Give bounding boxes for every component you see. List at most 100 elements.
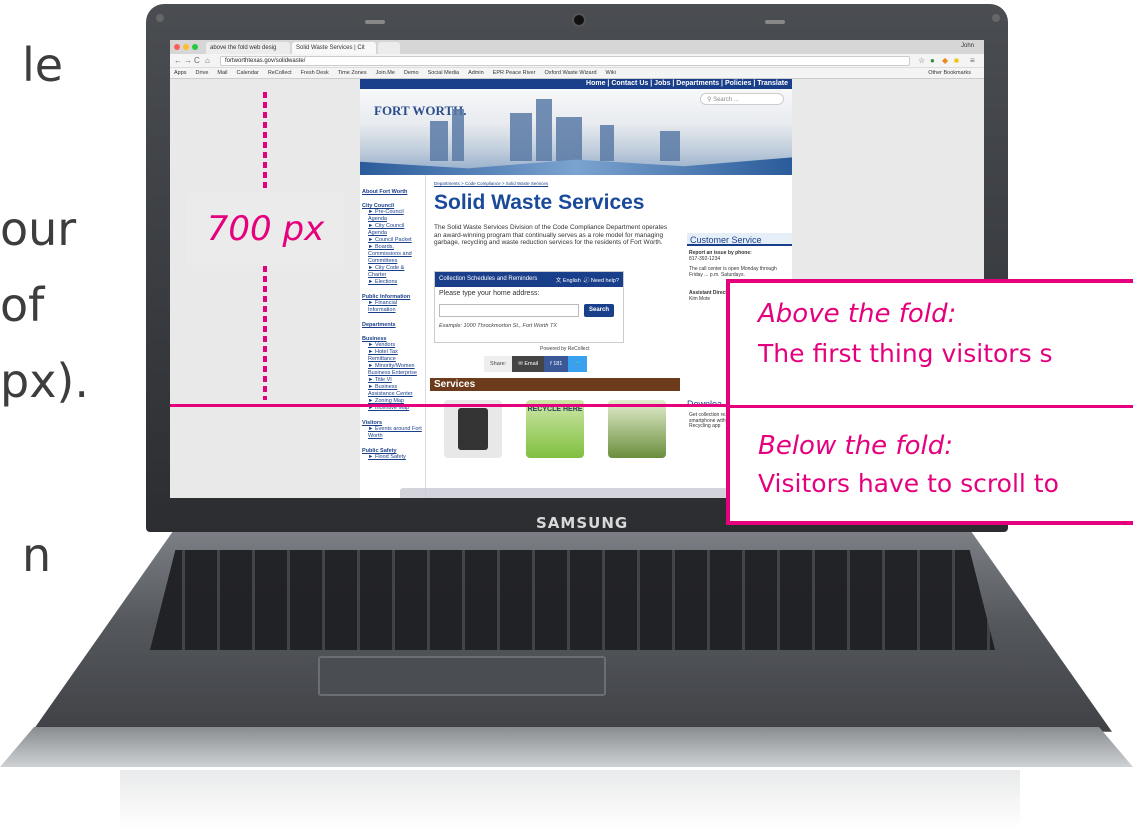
bookmark-item[interactable]: Admin — [468, 70, 484, 76]
search-button[interactable]: Search — [584, 304, 614, 317]
sidebar-link[interactable]: ► Vendors — [362, 342, 423, 349]
recycle-label: RECYCLE HERE — [527, 406, 583, 413]
browser-tab-active[interactable]: Solid Waste Services | Cit — [292, 42, 376, 54]
other-bookmarks[interactable]: Other Bookmarks — [928, 70, 971, 76]
forward-icon[interactable]: → — [184, 56, 192, 65]
services-heading: Services — [430, 378, 680, 391]
laptop-base-front — [0, 727, 1133, 767]
minimize-window-icon[interactable] — [183, 44, 189, 50]
address-bar[interactable]: fortworthtexas.gov/solidwaste/ — [220, 56, 910, 66]
customer-service-heading: Customer Service — [687, 233, 792, 246]
site-sidebar: About Fort Worth City Council ► Pre-Counci… — [360, 175, 426, 498]
maximize-window-icon[interactable] — [192, 44, 198, 50]
breadcrumb[interactable]: Departments > Code Compliance > Solid Wa… — [434, 181, 548, 186]
bookmarks-bar: Apps Drive Mail Calendar ReCollect Fresh Desk… — [170, 68, 984, 79]
browser-tab[interactable]: above the fold web desig — [206, 42, 290, 54]
skyline-building — [600, 125, 614, 161]
facebook-count: 181 — [553, 361, 563, 367]
bookmark-item[interactable]: Time Zones — [338, 70, 367, 76]
height-measure-top — [263, 92, 267, 192]
lid-latch-left — [365, 20, 385, 24]
email-label: Email — [524, 361, 539, 367]
extension-icon[interactable]: ● — [930, 56, 935, 65]
height-measure-bottom — [263, 266, 267, 400]
widget-header: Collection Schedules and Reminders 文 Eng… — [435, 272, 623, 287]
search-placeholder: Search ... — [713, 97, 739, 103]
bookmark-item[interactable]: Mail — [217, 70, 227, 76]
address-label: Please type your home address: — [439, 290, 540, 297]
sidebar-link[interactable]: ► Council Packet — [362, 237, 423, 244]
bookmark-item[interactable]: Fresh Desk — [301, 70, 329, 76]
site-banner: FORT WORTH. ⚲ Search ... — [360, 89, 792, 175]
phone-number[interactable]: 817-392-1234 — [689, 256, 789, 263]
powered-by[interactable]: Powered by ReCollect — [540, 346, 589, 352]
extension-icon[interactable]: ◆ — [942, 56, 948, 65]
sidebar-link[interactable]: ► Business Assistance Center — [362, 384, 423, 398]
help-link[interactable]: ⓘ Need help? — [584, 276, 619, 284]
sidebar-link[interactable]: ► Flood Safety — [362, 454, 423, 461]
callout-divider — [730, 405, 1133, 408]
left-text-line-4: px). — [0, 354, 89, 408]
above-fold-title: Above the fold: — [758, 299, 957, 329]
sidebar-link[interactable]: ► City Code & Charter — [362, 265, 423, 279]
browser-toolbar: ← → C ⌂ fortworthtexas.gov/solidwaste/ ☆… — [170, 54, 984, 68]
sidebar-link[interactable]: ► Events around Fort Worth — [362, 426, 423, 440]
site-top-nav[interactable]: Home | Contact Us | Jobs | Departments |… — [360, 79, 792, 89]
new-tab-button[interactable] — [378, 42, 400, 54]
skyline-building — [660, 131, 680, 161]
table-reflection — [120, 770, 1020, 830]
bookmark-item[interactable]: Social Media — [428, 70, 460, 76]
bookmark-item[interactable]: Apps — [174, 70, 187, 76]
webcam — [572, 13, 586, 27]
bookmark-item[interactable]: Join.Me — [376, 70, 395, 76]
lid-screw — [156, 14, 164, 22]
twitter-share-button[interactable]: 🐦 — [568, 356, 588, 372]
recycle-here-image[interactable]: RECYCLE HERE — [526, 400, 584, 458]
left-text-line-3: of — [0, 278, 45, 332]
sidebar-link[interactable]: ► City Council Agenda — [362, 223, 423, 237]
bookmark-item[interactable]: Drive — [196, 70, 209, 76]
close-window-icon[interactable] — [174, 44, 180, 50]
page-title: Solid Waste Services — [434, 191, 645, 214]
bookmark-item[interactable]: Wiki — [606, 70, 616, 76]
email-share-button[interactable]: ✉ Email — [512, 356, 545, 372]
star-icon[interactable]: ☆ — [918, 56, 925, 65]
call-center-text: The call center is open Monday through F… — [689, 266, 777, 278]
sidebar-link[interactable]: ► Pre-Council Agenda — [362, 209, 423, 223]
sidebar-link[interactable]: ► Hotel Tax Remittance — [362, 349, 423, 363]
site-main: Departments > Code Compliance > Solid Wa… — [430, 175, 680, 498]
bookmark-item[interactable]: Oxford Waste Wizard — [544, 70, 596, 76]
address-input[interactable] — [439, 304, 579, 317]
sidebar-link[interactable]: ► Elections — [362, 279, 423, 286]
sidebar-link[interactable]: ► Title VI — [362, 377, 423, 384]
share-bar: Share: ✉ Email f 181 🐦 — [484, 356, 588, 372]
sidebar-heading[interactable]: About Fort Worth — [362, 189, 423, 195]
bookmark-item[interactable]: EPR Peace River — [493, 70, 536, 76]
bookmark-item[interactable]: ReCollect — [268, 70, 292, 76]
extension-icon[interactable]: ■ — [954, 56, 959, 65]
language-select[interactable]: 文 English ⌄ — [556, 276, 587, 284]
yard-waste-image[interactable] — [608, 400, 666, 458]
user-name[interactable]: John — [961, 43, 974, 49]
above-fold-body: The first thing visitors s — [758, 339, 1053, 368]
sidebar-link[interactable]: ► Minority/Women Business Enterprise — [362, 363, 423, 377]
site-search-input[interactable]: ⚲ Search ... — [700, 93, 784, 105]
lid-latch-right — [765, 20, 785, 24]
reload-icon[interactable]: C — [194, 56, 200, 65]
facebook-share-button[interactable]: f 181 — [544, 356, 569, 372]
sidebar-link[interactable]: ► Boards, Commissions and Committees — [362, 244, 423, 265]
laptop-trackpad — [318, 656, 606, 696]
share-label: Share: — [484, 356, 513, 372]
menu-icon[interactable]: ≡ — [970, 56, 975, 65]
sidebar-heading[interactable]: Departments — [362, 322, 423, 328]
bookmark-item[interactable]: Demo — [404, 70, 419, 76]
left-text-line-2: our — [0, 202, 77, 256]
sidebar-link[interactable]: ► Financial Information — [362, 300, 423, 314]
lid-screw — [992, 14, 1000, 22]
home-icon[interactable]: ⌂ — [205, 56, 210, 65]
back-icon[interactable]: ← — [174, 56, 182, 65]
garbage-cart-image[interactable] — [444, 400, 502, 458]
left-text-line-5: n — [22, 528, 52, 582]
skyline-building — [510, 113, 532, 161]
bookmark-item[interactable]: Calendar — [236, 70, 258, 76]
